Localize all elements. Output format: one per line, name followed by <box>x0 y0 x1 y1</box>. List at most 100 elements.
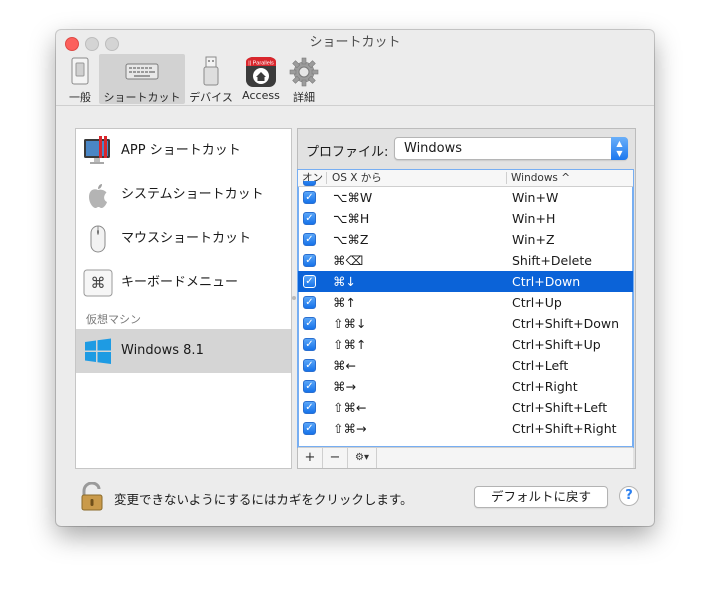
tab-access-label: Access <box>242 89 280 102</box>
profile-selected-value: Windows <box>404 141 463 156</box>
switch-icon <box>69 56 91 89</box>
restore-defaults-button[interactable]: デフォルトに戻す <box>474 486 608 508</box>
table-row[interactable]: ✓ ⇧⌘← Ctrl+Shift+Left <box>298 397 633 418</box>
sidebar-item-keyboard-menu[interactable]: ⌘ キーボードメニュー <box>76 261 291 305</box>
shortcut-settings-pane: プロファイル: Windows ▲ ▼ オン OS X から Windows ^ … <box>297 128 636 469</box>
osx-shortcut-cell: ⌥⌘Z <box>333 232 369 247</box>
enabled-checkbox[interactable]: ✓ <box>303 254 316 267</box>
table-row[interactable]: ✓ ⌘↑ Ctrl+Up <box>298 292 633 313</box>
tab-devices[interactable]: デバイス <box>187 54 235 104</box>
table-row[interactable]: ✓ ⇧⌘↑ Ctrl+Shift+Up <box>298 334 633 355</box>
add-shortcut-button[interactable]: + <box>298 448 323 468</box>
sidebar-item-label: マウスショートカット <box>121 231 252 246</box>
windows-logo-icon <box>82 335 114 367</box>
minimize-window-button[interactable] <box>85 37 99 51</box>
windows-shortcut-cell: Ctrl+Shift+Up <box>512 337 601 352</box>
enabled-checkbox[interactable]: ✓ <box>303 380 316 393</box>
lock-icon[interactable] <box>79 481 105 515</box>
windows-shortcut-cell: Ctrl+Shift+Down <box>512 316 620 331</box>
enabled-checkbox[interactable]: ✓ <box>303 422 316 435</box>
osx-shortcut-cell: ⌥⌘W <box>333 190 373 205</box>
table-row[interactable]: ✓ ⇧⌘↓ Ctrl+Shift+Down <box>298 313 633 334</box>
chevron-updown-icon: ▲ ▼ <box>611 137 628 160</box>
sidebar-item-app-shortcuts[interactable]: APP ショートカット <box>76 129 291 173</box>
profile-dropdown[interactable]: Windows ▲ ▼ <box>394 137 628 160</box>
tab-general-label: 一般 <box>69 91 91 104</box>
sidebar-item-label: キーボードメニュー <box>121 275 239 290</box>
sidebar-item-mouse-shortcuts[interactable]: マウスショートカット <box>76 217 291 261</box>
toolbar-divider <box>56 105 654 106</box>
sidebar-item-windows-vm[interactable]: Windows 8.1 <box>76 329 291 373</box>
enabled-checkbox[interactable]: ✓ <box>303 191 316 204</box>
osx-shortcut-cell: ⌥⌘H <box>333 211 370 226</box>
osx-shortcut-cell: ⌘↓ <box>333 274 356 289</box>
close-window-button[interactable] <box>65 37 79 51</box>
sidebar-item-label: システムショートカット <box>121 187 264 202</box>
windows-shortcut-cell: Shift+Delete <box>512 253 592 268</box>
windows-shortcut-cell: Ctrl+Left <box>512 358 569 373</box>
keyboard-icon <box>125 56 159 89</box>
profile-label: プロファイル: <box>306 145 389 160</box>
tab-advanced-label: 詳細 <box>293 91 315 104</box>
command-key-glyph: ⌘ <box>91 274 106 292</box>
table-row[interactable]: ✓ ⌥⌘H Win+H <box>298 208 633 229</box>
parallels-access-icon: || Parallels <box>245 56 277 91</box>
sidebar-item-system-shortcuts[interactable]: システムショートカット <box>76 173 291 217</box>
tab-shortcuts-label: ショートカット <box>103 91 181 104</box>
command-key-icon: ⌘ <box>82 267 114 299</box>
usb-icon <box>201 56 221 91</box>
action-menu-button[interactable]: ⚙▾ <box>348 448 377 468</box>
enabled-checkbox[interactable]: ✓ <box>303 233 316 246</box>
enabled-checkbox[interactable]: ✓ <box>303 181 316 186</box>
table-row[interactable]: ✓ ⌘⌫ Shift+Delete <box>298 250 633 271</box>
osx-shortcut-cell: ⇧⌘↑ <box>333 337 367 352</box>
windows-shortcut-cell: Win+Z <box>512 232 555 247</box>
tab-advanced[interactable]: 詳細 <box>286 54 322 104</box>
windows-shortcut-cell: Ctrl+Up <box>512 295 562 310</box>
split-view-divider-handle[interactable] <box>292 296 296 300</box>
sidebar-item-label: APP ショートカット <box>121 143 241 158</box>
parallels-badge-text: || Parallels <box>248 61 274 67</box>
lock-hint-text: 変更できないようにするにはカギをクリックします。 <box>114 492 413 507</box>
enabled-checkbox[interactable]: ✓ <box>303 212 316 225</box>
osx-shortcut-cell: ⇧⌘← <box>333 400 367 415</box>
tab-shortcuts[interactable]: ショートカット <box>99 54 185 104</box>
app-shortcut-icon <box>82 135 114 167</box>
tab-general[interactable]: 一般 <box>64 54 96 104</box>
remove-shortcut-button[interactable]: − <box>323 448 348 468</box>
sidebar-group-virtual-machines: 仮想マシン <box>86 313 141 326</box>
osx-shortcut-cell: ⌘← <box>333 358 356 373</box>
table-row-selected[interactable]: ✓ ⌘↓ Ctrl+Down <box>298 271 633 292</box>
enabled-checkbox[interactable]: ✓ <box>303 338 316 351</box>
window-title: ショートカット <box>309 35 401 50</box>
tab-access[interactable]: || Parallels Access <box>239 54 283 104</box>
table-row[interactable]: ✓ ⌘← Ctrl+Left <box>298 355 633 376</box>
windows-shortcut-cell: Win+H <box>512 211 556 226</box>
enabled-checkbox[interactable]: ✓ <box>303 401 316 414</box>
table-row[interactable]: ✓ ⌥⌘W Win+W <box>298 187 633 208</box>
osx-shortcut-cell: ⌘⌫ <box>333 253 364 268</box>
gear-icon <box>288 56 320 91</box>
table-row[interactable]: ✓ ⌘→ Ctrl+Right <box>298 376 633 397</box>
enabled-checkbox[interactable]: ✓ <box>303 359 316 372</box>
windows-shortcut-cell: Win+W <box>512 190 559 205</box>
osx-shortcut-cell: ⌘↑ <box>333 295 356 310</box>
enabled-checkbox[interactable]: ✓ <box>303 296 316 309</box>
table-row[interactable]: ✓ ⌥⌘Z Win+Z <box>298 229 633 250</box>
zoom-window-button[interactable] <box>105 37 119 51</box>
osx-shortcut-cell: ⌘→ <box>333 379 356 394</box>
help-button[interactable]: ? <box>619 486 639 506</box>
tab-devices-label: デバイス <box>189 91 233 104</box>
windows-shortcut-cell: Ctrl+Shift+Left <box>512 400 608 415</box>
shortcuts-preferences-window: ショートカット 一般 ショートカット デバイス || Parallels Acc… <box>56 30 654 526</box>
sidebar-item-label: Windows 8.1 <box>121 343 204 358</box>
shortcut-table[interactable]: オン OS X から Windows ^ ✓ ✓ ⌥⌘W Win+W <box>297 169 634 448</box>
table-edit-bar: + − ⚙▾ <box>298 447 633 468</box>
osx-shortcut-cell: ⇧⌘→ <box>333 421 367 436</box>
windows-shortcut-cell: Ctrl+Right <box>512 379 578 394</box>
shortcut-category-sidebar: APP ショートカット システムショートカット マウスショートカット ⌘ キーボ… <box>75 128 292 469</box>
mouse-icon <box>82 223 114 255</box>
table-row[interactable]: ✓ ⇧⌘→ Ctrl+Shift+Right <box>298 418 633 439</box>
enabled-checkbox[interactable]: ✓ <box>303 275 316 288</box>
enabled-checkbox[interactable]: ✓ <box>303 317 316 330</box>
